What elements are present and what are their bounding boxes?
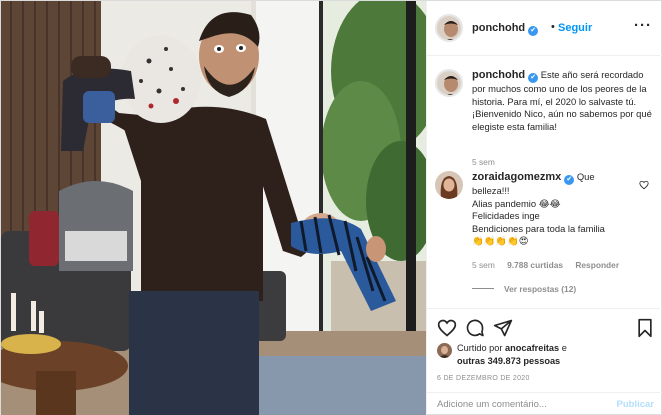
verified-badge-icon: ✔ <box>528 26 539 36</box>
comment-line: 👏👏👏👏😍 <box>472 235 529 247</box>
bookmark-icon <box>638 318 652 338</box>
comment-avatar[interactable] <box>435 171 463 199</box>
verified-badge-icon: ✔ <box>564 175 575 185</box>
post-photo-drawing <box>1 1 426 415</box>
more-horizontal-icon[interactable]: ··· <box>634 17 652 34</box>
caption-time[interactable]: 5 sem <box>472 157 495 167</box>
post-header: ponchohd ✔ • Seguir ··· <box>427 1 662 56</box>
view-replies-label[interactable]: Ver respostas (12) <box>504 284 576 294</box>
comments-list[interactable]: ponchohd ✔ Este año será recordado por mu… <box>427 57 662 307</box>
follow-separator: • <box>551 21 555 33</box>
comment-line: Felicidades inge <box>472 210 540 222</box>
author-avatar[interactable] <box>435 14 463 42</box>
comment-text: zoraidagomezmx ✔ Que belleza!!! Alias pan… <box>472 171 632 248</box>
comment-line: Alias pandemio 😂😂 <box>472 197 561 209</box>
heart-icon <box>639 180 649 190</box>
instagram-post: ponchohd ✔ • Seguir ··· ponchohd ✔ Este … <box>0 0 662 415</box>
caption-avatar[interactable] <box>435 69 463 97</box>
liker-avatar-image <box>437 343 452 358</box>
author-username-text[interactable]: ponchohd <box>472 22 525 34</box>
likes-others-button[interactable]: outras 349.873 pessoas <box>457 356 560 366</box>
comment-avatar-image <box>435 171 463 199</box>
comment-line: Bendiciones para toda la familia <box>472 222 605 234</box>
post-photo[interactable] <box>1 1 426 415</box>
verified-badge-icon: ✔ <box>528 73 539 83</box>
publish-button[interactable]: Publicar <box>617 399 655 410</box>
caption-username[interactable]: ponchohd <box>472 69 525 81</box>
liker-avatar[interactable] <box>437 343 452 358</box>
comment-time[interactable]: 5 sem <box>472 260 495 270</box>
caption-text: ponchohd ✔ Este año será recordado por mu… <box>472 69 657 133</box>
follow-button[interactable]: Seguir <box>558 22 592 34</box>
caption-avatar-image <box>437 71 461 95</box>
share-button[interactable] <box>493 318 513 338</box>
add-comment-bar: Publicar <box>427 392 662 415</box>
view-replies-button[interactable]: Ver respostas (12) <box>472 284 576 294</box>
like-button[interactable] <box>437 318 457 338</box>
comment-reply-button[interactable]: Responder <box>575 260 619 270</box>
heart-icon <box>437 319 457 337</box>
add-comment-input[interactable] <box>437 399 607 410</box>
comment-likes[interactable]: 9.788 curtidas <box>507 260 563 270</box>
comment-line: belleza!!! <box>472 185 510 196</box>
likes-summary: Curtido por anocafreitas e outras 349.87… <box>437 341 657 367</box>
share-icon <box>493 319 513 337</box>
save-button[interactable] <box>635 318 655 338</box>
comment-button[interactable] <box>465 318 485 338</box>
likes-and: e <box>561 343 567 353</box>
comment-line: Que <box>576 171 595 182</box>
replies-line <box>472 288 494 289</box>
author-avatar-image <box>437 16 461 40</box>
author-username[interactable]: ponchohd ✔ <box>472 22 539 36</box>
comment-icon <box>466 319 484 337</box>
post-date[interactable]: 6 DE DEZEMBRO DE 2020 <box>437 375 530 382</box>
comment-like-heart-icon[interactable] <box>639 177 649 195</box>
post-sidebar: ponchohd ✔ • Seguir ··· ponchohd ✔ Este … <box>426 1 662 415</box>
liker-username[interactable]: anocafreitas <box>505 343 559 353</box>
likes-prefix: Curtido por <box>457 343 503 353</box>
comment-username[interactable]: zoraidagomezmx <box>472 171 561 183</box>
comment-meta: 5 sem 9.788 curtidas Responder <box>472 260 629 270</box>
likes-text: Curtido por anocafreitas e outras 349.87… <box>457 342 567 367</box>
